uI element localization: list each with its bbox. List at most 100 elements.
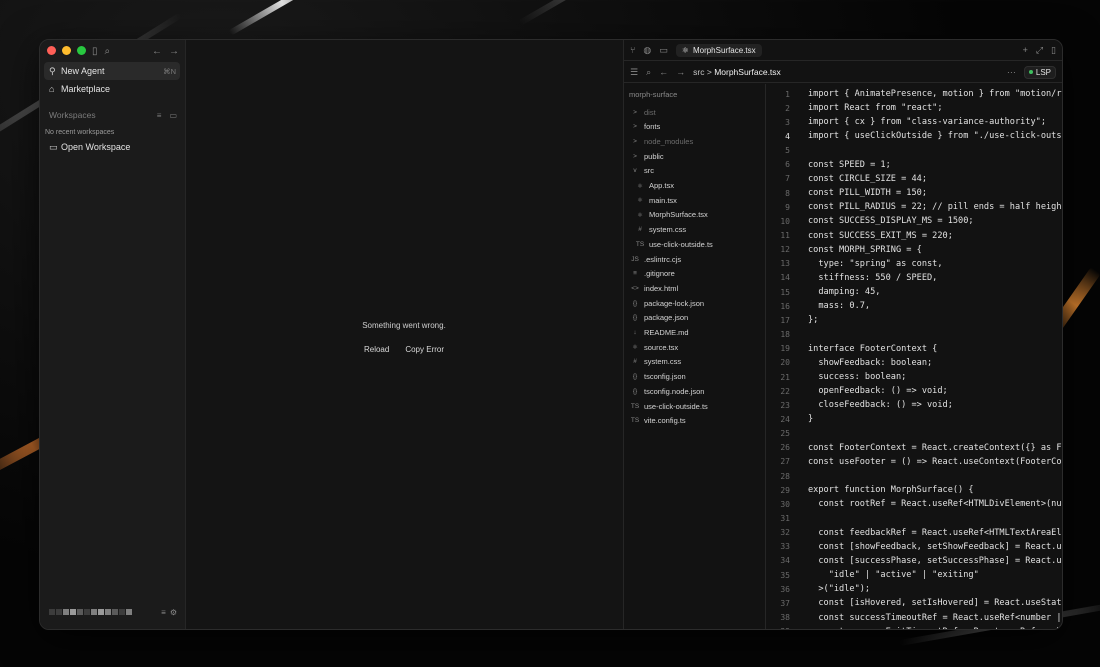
lsp-status-badge[interactable]: LSP — [1023, 65, 1056, 79]
code-editor[interactable]: 1 import { AnimatePresence, motion } from… — [766, 84, 1062, 629]
code-line[interactable]: 38 const successTimeoutRef = React.useRe… — [766, 611, 1062, 625]
more-options-icon[interactable]: ··· — [1007, 67, 1016, 77]
code-line[interactable]: 5 — [766, 144, 1062, 158]
back-arrow-icon[interactable]: ← — [659, 67, 668, 77]
code-line[interactable]: 34 const [successPhase, setSuccessPhase]… — [766, 554, 1062, 568]
tree-file[interactable]: <> index.html — [629, 281, 678, 295]
code-line[interactable]: 12 const MORPH_SPRING = { — [766, 243, 1062, 257]
error-message: Something went wrong. — [362, 321, 446, 330]
tree-folder[interactable]: > fonts — [629, 120, 660, 134]
code-line[interactable]: 23 closeFeedback: () => void; — [766, 398, 1062, 412]
code-line[interactable]: 24} — [766, 412, 1062, 426]
tree-item-label: MorphSurface.tsx — [649, 210, 708, 220]
preview-icon[interactable]: ▭ — [659, 45, 668, 56]
code-line[interactable]: 13 type: "spring" as const, — [766, 257, 1062, 271]
forward-arrow-icon[interactable]: → — [169, 46, 179, 57]
tree-file[interactable]: JS .eslintrc.cjs — [629, 252, 681, 266]
code-line[interactable]: 35 "idle" | "active" | "exiting" — [766, 568, 1062, 582]
code-line[interactable]: 39 const successExitTimeoutRef = React.u… — [766, 625, 1062, 629]
code-line[interactable]: 28 — [766, 469, 1062, 483]
tree-file[interactable]: TS use-click-outside.ts — [634, 237, 713, 251]
code-line[interactable]: 2 import React from "react"; — [766, 101, 1062, 115]
settings-gear-icon[interactable]: ⚙ — [170, 608, 177, 617]
tree-file[interactable]: ⚛ main.tsx — [634, 193, 677, 207]
tree-file[interactable]: # system.css — [634, 223, 686, 237]
filter-icon[interactable]: ≡ — [157, 111, 162, 120]
copy-error-button[interactable]: Copy Error — [402, 344, 447, 355]
code-line[interactable]: 27 const useFooter = () => React.useConte… — [766, 455, 1062, 469]
tree-folder[interactable]: > dist — [629, 105, 656, 119]
tree-file[interactable]: {} package.json — [629, 311, 688, 325]
avatar[interactable] — [49, 609, 132, 615]
code-line[interactable]: 19 interface FooterContext { — [766, 342, 1062, 356]
back-arrow-icon[interactable]: ← — [152, 46, 162, 57]
tree-file[interactable]: {} tsconfig.json — [629, 370, 686, 384]
new-tab-icon[interactable]: + — [1023, 45, 1028, 55]
zoom-window-button[interactable] — [77, 46, 86, 55]
globe-icon[interactable]: ◍ — [643, 45, 651, 56]
code-line[interactable]: 18 — [766, 328, 1062, 342]
tree-folder[interactable]: v src — [629, 164, 654, 178]
code-line[interactable]: 17}; — [766, 313, 1062, 327]
marketplace-button[interactable]: ⌂ Marketplace — [44, 80, 180, 98]
close-window-button[interactable] — [47, 46, 56, 55]
split-panel-icon[interactable]: ▯ — [1051, 45, 1056, 56]
forward-arrow-icon[interactable]: → — [676, 67, 685, 77]
code-line[interactable]: 20 showFeedback: boolean; — [766, 356, 1062, 370]
code-line[interactable]: 4 import { useClickOutside } from "./use-… — [766, 129, 1062, 143]
code-line[interactable]: 30 const rootRef = React.useRef<HTMLDivE… — [766, 497, 1062, 511]
search-icon[interactable]: ⌕ — [105, 46, 111, 57]
code-line[interactable]: 29 export function MorphSurface() { — [766, 483, 1062, 497]
new-agent-button[interactable]: ⚲ New Agent ⌘N — [44, 62, 180, 80]
tree-folder[interactable]: > public — [629, 149, 664, 163]
tree-item-label: README.md — [644, 328, 689, 337]
code-line[interactable]: 8 const PILL_WIDTH = 150; — [766, 186, 1062, 200]
breadcrumb-file[interactable]: MorphSurface.tsx — [714, 67, 781, 77]
reload-button[interactable]: Reload — [361, 344, 392, 355]
tab-morphsurface[interactable]: ⚛ MorphSurface.tsx — [675, 43, 762, 57]
code-line[interactable]: 32 const feedbackRef = React.useRef<HTML… — [766, 526, 1062, 540]
code-line[interactable]: 16 mass: 0.7, — [766, 299, 1062, 313]
code-line[interactable]: 14 stiffness: 550 / SPEED, — [766, 271, 1062, 285]
tree-file[interactable]: ≡ .gitignore — [629, 267, 675, 281]
tree-file[interactable]: TS use-click-outside.ts — [629, 399, 708, 413]
minimize-window-button[interactable] — [62, 46, 71, 55]
tree-file[interactable]: TS vite.config.ts — [629, 414, 686, 428]
code-line[interactable]: 7 const CIRCLE_SIZE = 44; — [766, 172, 1062, 186]
tree-file[interactable]: ⚛ App.tsx — [634, 179, 674, 193]
code-line[interactable]: 6 const SPEED = 1; — [766, 158, 1062, 172]
tree-folder[interactable]: > node_modules — [629, 134, 693, 148]
filter-icon[interactable]: ≡ — [161, 608, 166, 617]
tree-root[interactable]: morph-surface — [629, 90, 677, 99]
code-line[interactable]: 9 const PILL_RADIUS = 22; // pill ends = … — [766, 200, 1062, 214]
git-branch-icon[interactable]: ⑂ — [630, 45, 635, 55]
new-folder-icon[interactable]: ▭ — [169, 111, 177, 120]
code-line[interactable]: 37 const [isHovered, setIsHovered] = Rea… — [766, 596, 1062, 610]
code-line-text: const FooterContext = React.createContex… — [808, 442, 1062, 453]
tree-file[interactable]: # system.css — [629, 355, 681, 369]
tree-file[interactable]: {} package-lock.json — [629, 296, 704, 310]
code-line[interactable]: 31 — [766, 512, 1062, 526]
code-line[interactable]: 15 damping: 45, — [766, 285, 1062, 299]
tree-file[interactable]: {} tsconfig.node.json — [629, 384, 705, 398]
sidebar-toggle-icon[interactable]: ▯ — [92, 46, 98, 57]
tree-file[interactable]: ⚛ source.tsx — [629, 340, 678, 354]
tree-file[interactable]: ⚛ MorphSurface.tsx — [634, 208, 708, 222]
code-line[interactable]: 11 const SUCCESS_EXIT_MS = 220; — [766, 229, 1062, 243]
code-line[interactable]: 36 >("idle"); — [766, 582, 1062, 596]
search-icon[interactable]: ⌕ — [646, 67, 651, 78]
code-line[interactable]: 25 — [766, 427, 1062, 441]
code-line[interactable]: 26 const FooterContext = React.createCont… — [766, 441, 1062, 455]
code-line[interactable]: 21 success: boolean; — [766, 370, 1062, 384]
expand-icon[interactable]: ⤢ — [1036, 45, 1043, 56]
code-line[interactable]: 33 const [showFeedback, setShowFeedback]… — [766, 540, 1062, 554]
code-line-text: const PILL_RADIUS = 22; // pill ends = h… — [808, 202, 1062, 213]
list-icon[interactable]: ☰ — [630, 67, 638, 78]
code-line[interactable]: 22 openFeedback: () => void; — [766, 384, 1062, 398]
code-line[interactable]: 3 import { cx } from "class-variance-auth… — [766, 115, 1062, 129]
code-line[interactable]: 10 const SUCCESS_DISPLAY_MS = 1500; — [766, 214, 1062, 228]
breadcrumb-dir[interactable]: src — [693, 67, 704, 77]
tree-file[interactable]: ↓ README.md — [629, 326, 689, 340]
open-workspace-button[interactable]: ▭ Open Workspace — [44, 138, 180, 156]
code-line[interactable]: 1 import { AnimatePresence, motion } from… — [766, 87, 1062, 101]
